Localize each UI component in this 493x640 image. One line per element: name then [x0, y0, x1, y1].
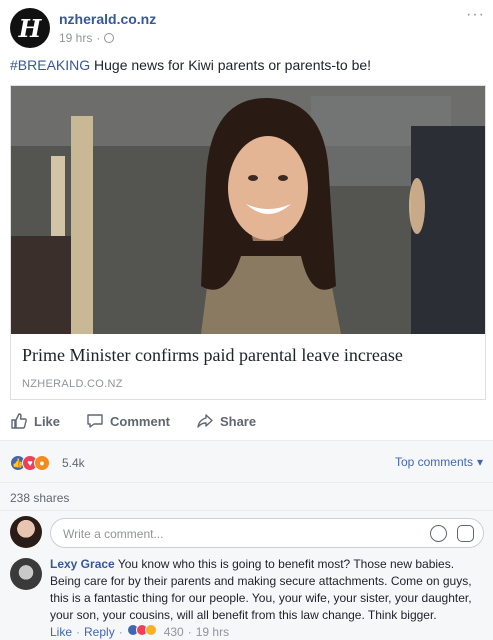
comment-like-link[interactable]: Like [50, 625, 72, 639]
comment-reaction-icons[interactable] [126, 624, 157, 639]
like-label: Like [34, 413, 61, 429]
commenter-avatar[interactable] [10, 558, 42, 590]
link-preview-card[interactable]: Prime Minister confirms paid parental le… [10, 85, 486, 400]
post-header: H nzherald.co.nz 19 hrs · ··· [10, 7, 485, 48]
emoji-icon[interactable] [430, 525, 447, 542]
user-avatar[interactable] [10, 516, 42, 548]
comment-body: Lexy Grace You know who this is going to… [50, 556, 485, 624]
comment-author-link[interactable]: Lexy Grace [50, 557, 115, 571]
separator-dot: · [76, 624, 81, 639]
separator-dot: · [187, 624, 192, 639]
top-comments-dropdown[interactable]: Top comments ▾ [395, 455, 483, 469]
post-message: Huge news for Kiwi parents or parents-to… [90, 57, 372, 73]
comment-item: Lexy Grace You know who this is going to… [0, 554, 493, 640]
like-button[interactable]: Like [10, 408, 60, 434]
hashtag-link[interactable]: #BREAKING [10, 57, 90, 73]
link-title[interactable]: Prime Minister confirms paid parental le… [22, 345, 403, 366]
post-timestamp[interactable]: 19 hrs [59, 31, 92, 45]
caret-down-icon: ▾ [476, 455, 483, 469]
separator-dot: · [118, 624, 123, 639]
haha-reaction-icon [144, 624, 157, 636]
comment-timestamp[interactable]: 19 hrs [196, 625, 229, 639]
comment-reply-link[interactable]: Reply [84, 625, 115, 639]
comment-composer: Write a comment... [0, 510, 493, 554]
comment-placeholder: Write a comment... [63, 527, 164, 541]
comment-label: Comment [110, 413, 170, 429]
shares-bar: 238 shares [0, 482, 493, 510]
comment-reaction-count[interactable]: 430 [164, 625, 184, 639]
share-button[interactable]: Share [196, 408, 256, 434]
sticker-icon[interactable] [457, 525, 474, 542]
comment-icon [87, 414, 103, 428]
page-avatar[interactable]: H [10, 8, 50, 48]
post-meta: 19 hrs · [59, 31, 115, 45]
shares-count[interactable]: 238 shares [10, 491, 69, 505]
reactions-bar: 👍 ♥ ● 5.4k Top comments ▾ [0, 440, 493, 482]
post-actions: Like Comment Share [10, 408, 485, 434]
share-label: Share [219, 413, 257, 429]
reaction-icons[interactable]: 👍 ♥ ● [10, 455, 50, 471]
globe-icon [104, 33, 115, 43]
post-text: #BREAKING Huge news for Kiwi parents or … [10, 57, 371, 73]
more-options-icon[interactable]: ··· [466, 7, 485, 23]
separator-dot: · [96, 31, 101, 45]
reaction-count[interactable]: 5.4k [62, 456, 85, 470]
angry-reaction-icon: ● [34, 455, 50, 471]
link-preview-image[interactable] [11, 86, 485, 334]
share-icon [197, 414, 213, 428]
photo-illustration [11, 86, 485, 334]
comment-input[interactable]: Write a comment... [50, 518, 484, 548]
top-comments-label: Top comments [394, 455, 473, 469]
comment-footer: Like · Reply · 430 · 19 hrs [50, 624, 229, 639]
link-domain: NZHERALD.CO.NZ [22, 378, 123, 390]
page-name-link[interactable]: nzherald.co.nz [59, 11, 156, 27]
thumbs-up-icon [11, 413, 27, 429]
comment-button[interactable]: Comment [86, 408, 170, 434]
